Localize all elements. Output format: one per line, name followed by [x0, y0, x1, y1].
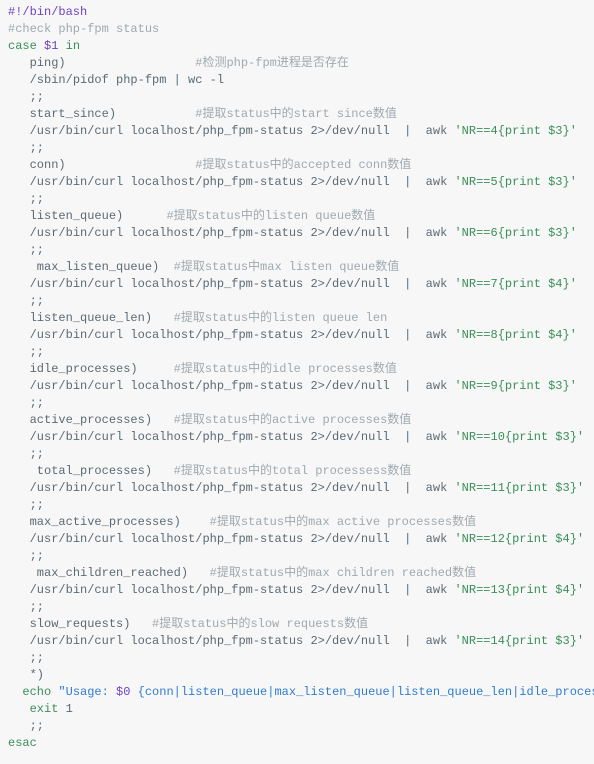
case-pipe-1: | awk — [390, 124, 455, 138]
case-body-0: /sbin/pidof php-fpm | wc -l — [30, 73, 224, 87]
case-pipe-10: | awk — [390, 583, 455, 597]
case-term-final: ;; — [30, 719, 44, 733]
case-label-4: max_listen_queue) — [30, 260, 160, 274]
case-curl-11: /usr/bin/curl localhost/php_fpm-status 2 — [30, 634, 318, 648]
case-keyword: case — [8, 39, 37, 53]
case-awk-1: 'NR==4{print $3}' — [454, 124, 576, 138]
case-comment-7: #提取status中的active processes数值 — [174, 413, 412, 427]
exit-code: 1 — [66, 702, 73, 716]
case-variable: $1 — [44, 39, 58, 53]
case-label-7: active_processes) — [30, 413, 152, 427]
case-devnull-3: >/dev/null — [318, 226, 390, 240]
case-label-11: slow_requests) — [30, 617, 131, 631]
case-devnull-11: >/dev/null — [318, 634, 390, 648]
case-awk-5: 'NR==8{print $4}' — [454, 328, 576, 342]
case-curl-5: /usr/bin/curl localhost/php_fpm-status 2 — [30, 328, 318, 342]
case-devnull-6: >/dev/null — [318, 379, 390, 393]
case-term-6: ;; — [30, 396, 44, 410]
case-term-10: ;; — [30, 600, 44, 614]
case-comment-10: #提取status中的max children reached数值 — [210, 566, 476, 580]
case-term-3: ;; — [30, 243, 44, 257]
case-curl-6: /usr/bin/curl localhost/php_fpm-status 2 — [30, 379, 318, 393]
case-label-1: start_since) — [30, 107, 116, 121]
case-term-11: ;; — [30, 651, 44, 665]
case-comment-1: #提取status中的start since数值 — [195, 107, 397, 121]
case-term-7: ;; — [30, 447, 44, 461]
case-term-1: ;; — [30, 141, 44, 155]
case-pipe-8: | awk — [390, 481, 455, 495]
case-pipe-3: | awk — [390, 226, 455, 240]
usage-text: {conn|listen_queue|max_listen_queue|list… — [130, 685, 594, 699]
case-devnull-1: >/dev/null — [318, 124, 390, 138]
case-awk-3: 'NR==6{print $3}' — [454, 226, 576, 240]
case-comment-3: #提取status中的listen queue数值 — [166, 209, 375, 223]
case-awk-4: 'NR==7{print $4}' — [454, 277, 576, 291]
case-curl-8: /usr/bin/curl localhost/php_fpm-status 2 — [30, 481, 318, 495]
case-pipe-2: | awk — [390, 175, 455, 189]
case-label-8: total_processes) — [30, 464, 152, 478]
case-label-9: max_active_processes) — [30, 515, 181, 529]
case-awk-6: 'NR==9{print $3}' — [454, 379, 576, 393]
case-label-10: max_children_reached) — [30, 566, 188, 580]
usage-variable: $0 — [116, 685, 130, 699]
case-awk-11: 'NR==14{print $3}' — [454, 634, 584, 648]
exit-keyword: exit — [30, 702, 59, 716]
case-label-2: conn) — [30, 158, 66, 172]
case-awk-8: 'NR==11{print $3}' — [454, 481, 584, 495]
case-awk-9: 'NR==12{print $4}' — [454, 532, 584, 546]
case-term-9: ;; — [30, 549, 44, 563]
case-devnull-10: >/dev/null — [318, 583, 390, 597]
case-label-6: idle_processes) — [30, 362, 138, 376]
case-curl-7: /usr/bin/curl localhost/php_fpm-status 2 — [30, 430, 318, 444]
case-comment-0: #检测php-fpm进程是否存在 — [195, 56, 349, 70]
case-pipe-5: | awk — [390, 328, 455, 342]
case-curl-10: /usr/bin/curl localhost/php_fpm-status 2 — [30, 583, 318, 597]
case-curl-4: /usr/bin/curl localhost/php_fpm-status 2 — [30, 277, 318, 291]
case-curl-1: /usr/bin/curl localhost/php_fpm-status 2 — [30, 124, 318, 138]
case-term-5: ;; — [30, 345, 44, 359]
case-comment-6: #提取status中的idle processes数值 — [174, 362, 397, 376]
case-devnull-5: >/dev/null — [318, 328, 390, 342]
usage-quote-open: "Usage: — [58, 685, 116, 699]
case-curl-3: /usr/bin/curl localhost/php_fpm-status 2 — [30, 226, 318, 240]
case-comment-4: #提取status中max listen queue数值 — [174, 260, 400, 274]
case-pipe-11: | awk — [390, 634, 455, 648]
case-term-4: ;; — [30, 294, 44, 308]
case-comment-8: #提取status中的total processess数值 — [174, 464, 412, 478]
case-pipe-7: | awk — [390, 430, 455, 444]
case-pipe-4: | awk — [390, 277, 455, 291]
case-devnull-4: >/dev/null — [318, 277, 390, 291]
case-label-5: listen_queue_len) — [30, 311, 152, 325]
case-awk-7: 'NR==10{print $3}' — [454, 430, 584, 444]
shebang-line: #!/bin/bash — [8, 5, 87, 19]
echo-keyword: echo — [22, 685, 51, 699]
esac-keyword: esac — [8, 736, 37, 750]
case-pipe-9: | awk — [390, 532, 455, 546]
case-default-label: *) — [30, 668, 44, 682]
case-label-0: ping) — [30, 56, 66, 70]
case-comment-5: #提取status中的listen queue len — [174, 311, 388, 325]
code-block[interactable]: #!/bin/bash #check php-fpm status case $… — [0, 0, 594, 756]
case-curl-2: /usr/bin/curl localhost/php_fpm-status 2 — [30, 175, 318, 189]
case-devnull-9: >/dev/null — [318, 532, 390, 546]
case-term-0: ;; — [30, 90, 44, 104]
case-label-3: listen_queue) — [30, 209, 124, 223]
case-curl-9: /usr/bin/curl localhost/php_fpm-status 2 — [30, 532, 318, 546]
header-comment: #check php-fpm status — [8, 22, 159, 36]
case-devnull-2: >/dev/null — [318, 175, 390, 189]
in-keyword: in — [66, 39, 80, 53]
case-term-8: ;; — [30, 498, 44, 512]
case-devnull-8: >/dev/null — [318, 481, 390, 495]
case-comment-2: #提取status中的accepted conn数值 — [195, 158, 411, 172]
case-pipe-6: | awk — [390, 379, 455, 393]
case-comment-11: #提取status中的slow requests数值 — [152, 617, 368, 631]
case-awk-2: 'NR==5{print $3}' — [454, 175, 576, 189]
case-devnull-7: >/dev/null — [318, 430, 390, 444]
case-awk-10: 'NR==13{print $4}' — [454, 583, 584, 597]
case-term-2: ;; — [30, 192, 44, 206]
case-comment-9: #提取status中的max active processes数值 — [210, 515, 476, 529]
